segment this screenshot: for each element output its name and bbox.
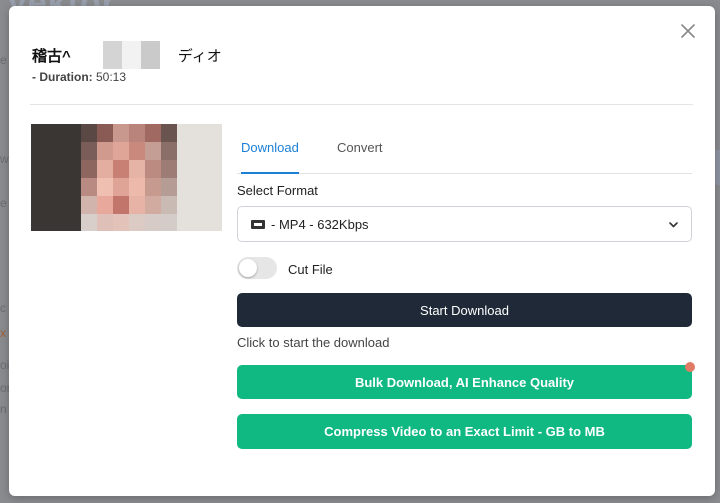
title-censor-mosaic — [102, 41, 160, 69]
duration-value: 50:13 — [96, 70, 127, 84]
chevron-down-icon — [669, 222, 678, 228]
background-text: e — [0, 53, 7, 67]
format-selected-value: - MP4 - 632Kbps — [271, 216, 369, 232]
background-text: e — [0, 196, 7, 210]
video-title: 稽古^ ディオ — [32, 41, 222, 69]
cut-file-toggle[interactable] — [237, 257, 277, 279]
notification-dot — [685, 362, 695, 372]
start-download-button[interactable]: Start Download — [237, 293, 692, 327]
close-button[interactable] — [679, 22, 697, 40]
video-duration: - Duration: 50:13 — [32, 70, 126, 84]
background-text: n — [0, 402, 7, 416]
background-text: c — [0, 301, 6, 315]
film-icon — [251, 219, 265, 229]
compress-video-button[interactable]: Compress Video to an Exact Limit - GB to… — [237, 414, 692, 449]
video-title-end: ディオ — [177, 47, 222, 65]
close-icon — [681, 24, 695, 38]
duration-label: - Duration: — [32, 70, 93, 84]
tab-bar: Download Convert — [237, 130, 692, 174]
background-text: oi — [0, 358, 10, 372]
background-text: x — [0, 326, 6, 340]
toggle-knob — [239, 259, 257, 277]
video-thumbnail — [31, 124, 222, 231]
thumbnail-mosaic — [81, 124, 177, 231]
start-download-hint: Click to start the download — [237, 335, 390, 350]
download-modal: 稽古^ ディオ - Duration: 50:13 Download Conve… — [9, 6, 715, 496]
tab-convert[interactable]: Convert — [337, 140, 383, 155]
bulk-download-button[interactable]: Bulk Download, AI Enhance Quality — [237, 365, 692, 399]
cut-file-label: Cut File — [288, 262, 333, 277]
video-title-start: 稽古^ — [32, 47, 71, 65]
tab-download[interactable]: Download — [241, 140, 299, 174]
header-divider — [30, 104, 693, 105]
select-format-label: Select Format — [237, 183, 318, 198]
format-dropdown[interactable]: - MP4 - 632Kbps — [237, 206, 692, 242]
background-text: w — [0, 152, 9, 166]
